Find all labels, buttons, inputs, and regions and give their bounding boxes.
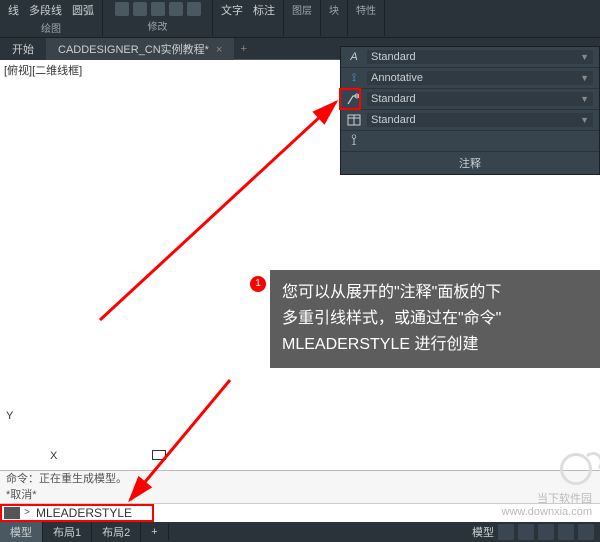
annotative-icon: ⟟ [347,71,361,85]
add-layout-button[interactable]: + [141,524,168,540]
ribbon-group-modify: 修改 [103,0,213,36]
callout-text: MLEADERSTYLE 进行创建 [282,332,588,358]
status-bar: 模型 布局1 布局2 + 模型 [0,522,600,542]
watermark-title: 当下软件园 [537,493,592,505]
close-icon[interactable]: × [216,44,222,56]
dim-style-select[interactable]: Annotative ▼ [367,71,593,85]
new-tab-button[interactable]: + [240,43,246,55]
text-style-icon: A [347,50,361,64]
ucs-y-label: Y [6,410,13,422]
ribbon-item[interactable]: 文字 [221,2,243,18]
ortho-icon[interactable] [538,524,554,540]
tutorial-callout: 1 您可以从展开的"注释"面板的下 多重引线样式，或通过在"命令" MLEADE… [270,270,600,368]
chevron-down-icon: ▼ [580,94,589,104]
annotation-panel: A Standard ▼ ⟟ Annotative ▼ Standard ▼ S… [340,46,600,175]
annotation-extra-row: ⟟ [341,131,599,152]
modify-icon[interactable] [133,2,147,16]
layout-tab[interactable]: 布局2 [92,522,141,542]
leader-style-row: Standard ▼ [341,89,599,110]
highlight-box [0,504,154,522]
select-value: Standard [371,51,416,63]
ribbon-item[interactable]: 多段线 [29,2,62,18]
text-style-select[interactable]: Standard ▼ [367,50,593,64]
tab-start[interactable]: 开始 [0,38,46,60]
ribbon-group-label: 块 [329,2,339,17]
annotation-panel-title: 注释 [341,152,599,174]
tab-label: CADDESIGNER_CN实例教程* [58,44,209,56]
select-value: Annotative [371,72,423,84]
watermark-url: www.downxia.com [502,506,592,518]
ribbon-group-layer: 图层 [284,0,321,36]
modify-icon[interactable] [115,2,129,16]
tab-document[interactable]: CADDESIGNER_CN实例教程* × [46,38,234,60]
status-right: 模型 [472,524,600,540]
ribbon-group-draw: 线 多段线 圆弧 绘图 [0,0,103,36]
chevron-down-icon: ▼ [580,115,589,125]
ribbon-group-label: 绘图 [41,20,61,35]
ribbon-item[interactable]: 线 [8,2,19,18]
status-model-label[interactable]: 模型 [472,524,494,540]
ribbon-item[interactable]: 圆弧 [72,2,94,18]
anno-scale-icon[interactable]: ⟟ [347,136,361,146]
chevron-down-icon: ▼ [580,52,589,62]
chevron-down-icon: ▼ [580,73,589,83]
modify-icon[interactable] [151,2,165,16]
ribbon-item[interactable]: 标注 [253,2,275,18]
ribbon-toolbar: 线 多段线 圆弧 绘图 修改 文字 标注 图层 块 特性 [0,0,600,38]
ribbon-group-props: 特性 [348,0,385,36]
ribbon-group-anno: 文字 标注 [213,0,284,36]
modify-icon[interactable] [169,2,183,16]
select-value: Standard [371,93,416,105]
watermark-logo-icon [560,453,592,485]
ucs-x-label: X [50,450,57,462]
dim-style-row: ⟟ Annotative ▼ [341,68,599,89]
ribbon-group-label: 修改 [148,18,168,33]
leader-style-select[interactable]: Standard ▼ [367,92,593,106]
step-badge: 1 [250,276,266,292]
modify-icon[interactable] [187,2,201,16]
ribbon-group-label: 特性 [356,2,376,17]
watermark: 当下软件园 www.downxia.com [502,453,592,518]
highlight-box [339,88,361,110]
ribbon-group-block: 块 [321,0,348,36]
layout-tab[interactable]: 布局1 [43,522,92,542]
layout-tab-model[interactable]: 模型 [0,522,43,542]
table-style-select[interactable]: Standard ▼ [367,113,593,127]
callout-text: 多重引线样式，或通过在"命令" [282,306,588,332]
grid-icon[interactable] [498,524,514,540]
ucs-icon [152,450,166,460]
table-icon [347,113,361,127]
snap-icon[interactable] [518,524,534,540]
polar-icon[interactable] [558,524,574,540]
select-value: Standard [371,114,416,126]
text-style-row: A Standard ▼ [341,47,599,68]
table-style-row: Standard ▼ [341,110,599,131]
osnap-icon[interactable] [578,524,594,540]
callout-text: 您可以从展开的"注释"面板的下 [282,280,588,306]
ribbon-group-label: 图层 [292,2,312,17]
